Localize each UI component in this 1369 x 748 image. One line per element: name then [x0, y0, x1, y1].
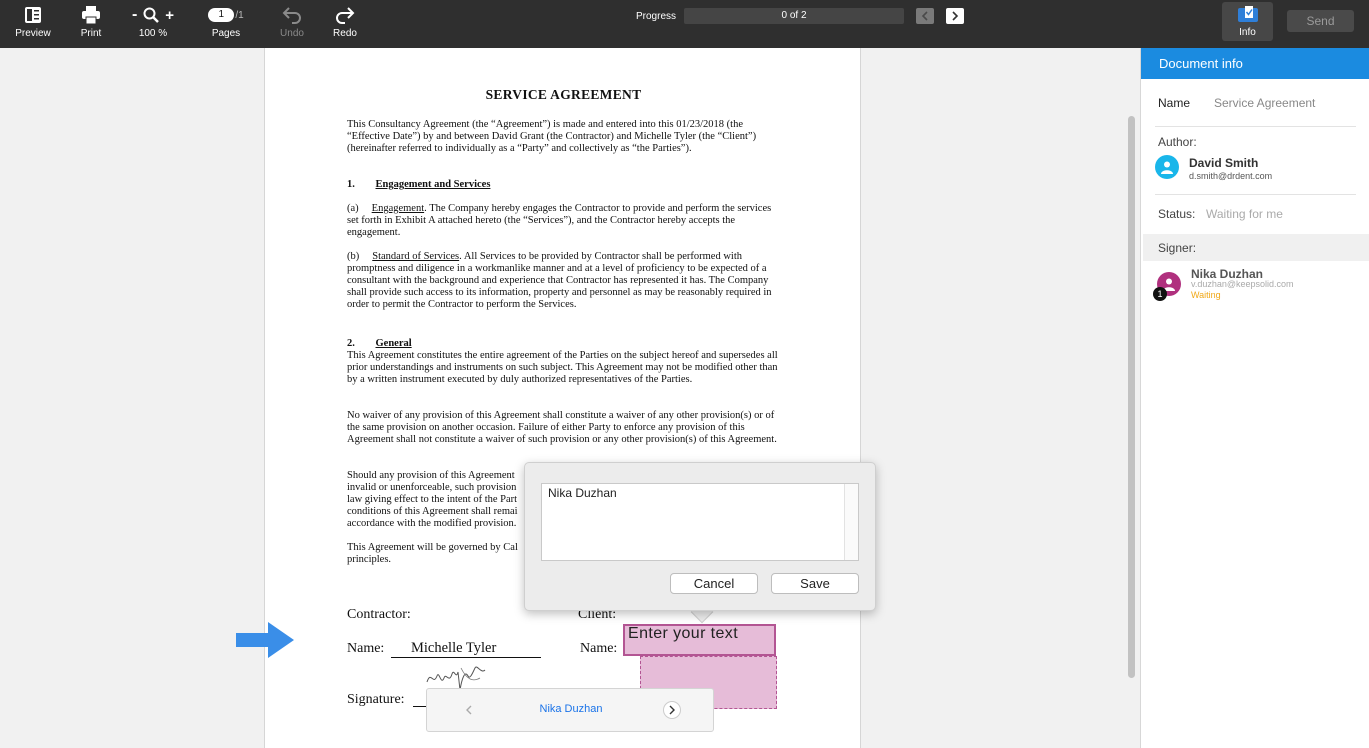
- preview-label: Preview: [15, 28, 51, 39]
- section-1b-paragraph: (b) Standard of Services. All Services to…: [347, 251, 779, 311]
- popover-text-value: Nika Duzhan: [548, 486, 617, 500]
- author-email: d.smith@drdent.com: [1189, 171, 1273, 181]
- popover-textarea[interactable]: Nika Duzhan: [541, 483, 859, 561]
- signer-item[interactable]: 1 Nika Duzhan v.duzhan@keepsolid.com Wai…: [1141, 264, 1369, 304]
- text-entry-popover: Nika Duzhan Cancel Save: [524, 462, 876, 611]
- redo-label: Redo: [333, 28, 357, 39]
- chevron-right-icon: [669, 705, 675, 715]
- save-button[interactable]: Save: [771, 573, 859, 594]
- cancel-button[interactable]: Cancel: [670, 573, 758, 594]
- signature-label: Signature:: [347, 692, 405, 707]
- chevron-left-icon: [921, 11, 928, 21]
- zoom-control: - + 100 %: [126, 0, 180, 48]
- printer-icon: [81, 6, 101, 24]
- next-field-button[interactable]: [946, 8, 964, 24]
- info-icon: [1237, 6, 1259, 24]
- section-1a-number: (a): [347, 203, 359, 214]
- section-2-heading: 2. General: [347, 338, 412, 349]
- zoom-icon: [143, 7, 160, 23]
- info-button[interactable]: Info: [1222, 2, 1273, 41]
- undo-icon: [282, 6, 302, 24]
- signer-pager: Nika Duzhan: [426, 688, 714, 732]
- section-2-title: General: [375, 338, 412, 349]
- progress-label: Progress: [636, 11, 677, 22]
- author-label: Author:: [1158, 135, 1197, 149]
- section-1a-paragraph: (a) Engagement. The Company hereby engage…: [347, 203, 779, 239]
- print-button[interactable]: Print: [76, 0, 106, 48]
- text-field[interactable]: Enter your text: [623, 624, 776, 656]
- signer-order-badge: 1: [1153, 287, 1167, 301]
- section-1-title: Engagement and Services: [375, 179, 491, 190]
- redo-icon: [335, 6, 355, 24]
- section-1-heading: 1. Engagement and Services: [347, 179, 490, 190]
- intro-paragraph: This Consultancy Agreement (the “Agreeme…: [347, 119, 757, 154]
- send-button[interactable]: Send: [1287, 10, 1354, 32]
- popover-scrollbar[interactable]: [844, 484, 858, 560]
- divider: [1155, 194, 1356, 195]
- author-avatar: [1155, 155, 1179, 179]
- divider: [1155, 126, 1356, 127]
- preview-button[interactable]: Preview: [14, 0, 52, 48]
- name-label-right: Name:: [580, 641, 618, 656]
- pages-control: 1 /1 Pages: [204, 0, 248, 48]
- info-label: Info: [1239, 27, 1256, 38]
- section-1-number: 1.: [347, 179, 355, 190]
- section-1b-heading: Standard of Services: [372, 251, 460, 262]
- print-label: Print: [80, 28, 102, 39]
- section-2-paragraph-2: No waiver of any provision of this Agree…: [347, 410, 777, 445]
- toolbar: Preview Print - + 100 % 1 /1 Pages Undo …: [0, 0, 1369, 48]
- section-1b-number: (b): [347, 251, 360, 262]
- undo-label: Undo: [280, 28, 304, 39]
- signer-label: Signer:: [1158, 241, 1197, 255]
- contractor-label: Contractor:: [347, 607, 411, 622]
- author-name: David Smith: [1189, 156, 1259, 170]
- previous-field-button[interactable]: [916, 8, 934, 24]
- zoom-in-button[interactable]: +: [165, 7, 174, 24]
- document-info-panel: Document info Name Service Agreement Aut…: [1140, 48, 1369, 748]
- page-total: /1: [235, 9, 244, 21]
- panel-header: Document info: [1141, 48, 1369, 79]
- zoom-out-button[interactable]: -: [132, 6, 137, 24]
- progress-value: 0 of 2: [781, 10, 807, 21]
- redo-button[interactable]: Redo: [331, 0, 359, 48]
- name-value: Service Agreement: [1214, 96, 1316, 110]
- preview-icon: [24, 6, 42, 24]
- undo-button[interactable]: Undo: [278, 0, 306, 48]
- name-label-left: Name:: [347, 641, 385, 656]
- status-label: Status:: [1158, 207, 1196, 221]
- chevron-right-icon: [952, 11, 959, 21]
- section-2-number: 2.: [347, 338, 355, 349]
- pager-next-button[interactable]: [663, 701, 681, 719]
- current-field-arrow-icon: [236, 622, 294, 658]
- zoom-value: 100 %: [138, 28, 168, 39]
- contractor-name: Michelle Tyler: [391, 640, 541, 658]
- signer-email: v.duzhan@keepsolid.com: [1191, 279, 1294, 289]
- status-value: Waiting for me: [1206, 207, 1283, 221]
- name-label: Name: [1158, 96, 1191, 110]
- section-2-paragraph-1: This Agreement constitutes the entire ag…: [347, 350, 778, 385]
- document-title: SERVICE AGREEMENT: [485, 87, 642, 102]
- pages-label: Pages: [211, 28, 241, 39]
- section-1a-heading: Engagement: [371, 203, 425, 214]
- signer-section-header: Signer:: [1143, 234, 1369, 261]
- user-icon: [1161, 161, 1173, 174]
- page-number-input[interactable]: 1: [208, 8, 235, 22]
- signer-status: Waiting: [1191, 290, 1221, 300]
- document-scrollbar[interactable]: [1128, 116, 1135, 678]
- progress-bar: 0 of 2: [684, 8, 904, 24]
